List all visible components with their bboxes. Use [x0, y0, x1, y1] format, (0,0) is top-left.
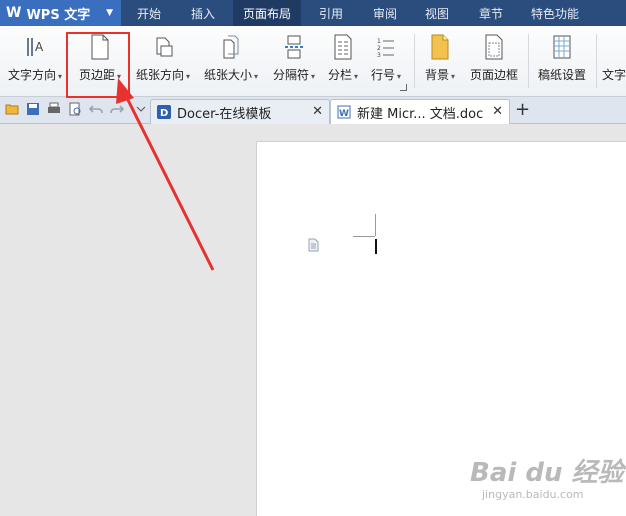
watermark-url: jingyan.baidu.com — [482, 488, 584, 501]
annotation-arrow — [116, 78, 215, 271]
baidu-jingyan-watermark: Bai du 经验 — [470, 458, 624, 488]
